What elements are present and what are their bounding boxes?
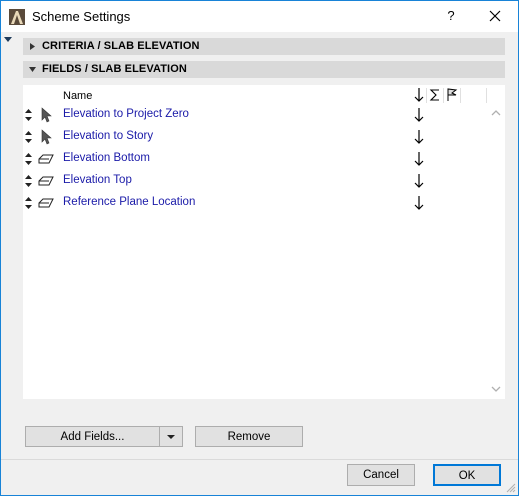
drag-handle-icon[interactable]: [24, 197, 33, 209]
cancel-button[interactable]: Cancel: [347, 464, 415, 486]
down-arrow-icon[interactable]: [413, 106, 425, 124]
chevron-down-icon: [167, 435, 175, 439]
add-fields-dropdown-button[interactable]: [159, 426, 183, 447]
add-fields-button[interactable]: Add Fields...: [25, 426, 160, 447]
fields-list: Name Elevation to Project Zero Elevation…: [23, 85, 505, 399]
drag-handle-icon[interactable]: [24, 109, 33, 121]
window-title: Scheme Settings: [32, 9, 131, 24]
scheme-settings-dialog: Scheme Settings ? CRITERIA / SLAB ELEVAT…: [0, 0, 519, 496]
sort-order-icon[interactable]: [412, 87, 426, 103]
row-name: Elevation to Project Zero: [63, 108, 189, 120]
list-row[interactable]: Elevation to Story: [23, 126, 489, 148]
close-icon[interactable]: [483, 5, 507, 27]
archicad-app-icon: [9, 9, 25, 25]
list-row[interactable]: Elevation to Project Zero: [23, 104, 489, 126]
down-arrow-icon[interactable]: [413, 128, 425, 146]
fields-section-header[interactable]: FIELDS / SLAB ELEVATION: [23, 61, 505, 78]
row-name: Elevation Top: [63, 174, 132, 186]
help-button[interactable]: ?: [441, 7, 461, 25]
sum-icon[interactable]: [428, 87, 442, 103]
row-name: Elevation Bottom: [63, 152, 150, 164]
list-row[interactable]: Elevation Top: [23, 170, 489, 192]
list-row[interactable]: Elevation Bottom: [23, 148, 489, 170]
row-name: Elevation to Story: [63, 130, 154, 142]
ok-button[interactable]: OK: [433, 464, 501, 486]
down-arrow-icon[interactable]: [413, 150, 425, 168]
down-arrow-icon[interactable]: [413, 172, 425, 190]
arrow-pointer-icon: [41, 129, 52, 145]
column-separator: [443, 88, 444, 103]
title-bar: Scheme Settings ?: [1, 1, 518, 32]
expanded-triangle-icon: [29, 67, 36, 72]
scroll-down-icon[interactable]: [490, 383, 502, 395]
fields-section-label: FIELDS / SLAB ELEVATION: [42, 63, 187, 75]
drag-handle-icon[interactable]: [24, 131, 33, 143]
scroll-up-icon[interactable]: [490, 107, 502, 119]
criteria-section-label: CRITERIA / SLAB ELEVATION: [42, 40, 200, 52]
column-separator: [460, 88, 461, 103]
remove-button[interactable]: Remove: [195, 426, 303, 447]
dialog-options-arrow-icon[interactable]: [3, 34, 13, 44]
name-column-header: Name: [63, 90, 93, 102]
list-header: Name: [23, 85, 489, 105]
slab-tag-icon: [38, 176, 54, 186]
footer-divider: [1, 459, 518, 460]
slab-tag-icon: [38, 198, 54, 208]
row-name: Reference Plane Location: [63, 196, 196, 208]
arrow-pointer-icon: [41, 107, 52, 123]
column-separator: [486, 88, 487, 103]
column-separator: [426, 88, 427, 103]
drag-handle-icon[interactable]: [24, 153, 33, 165]
resize-grip-icon[interactable]: [506, 483, 516, 493]
list-row[interactable]: Reference Plane Location: [23, 192, 489, 214]
criteria-section-header[interactable]: CRITERIA / SLAB ELEVATION: [23, 38, 505, 55]
flag-icon[interactable]: [445, 87, 459, 103]
collapsed-triangle-icon: [30, 43, 35, 50]
drag-handle-icon[interactable]: [24, 175, 33, 187]
down-arrow-icon[interactable]: [413, 194, 425, 212]
slab-tag-icon: [38, 154, 54, 164]
